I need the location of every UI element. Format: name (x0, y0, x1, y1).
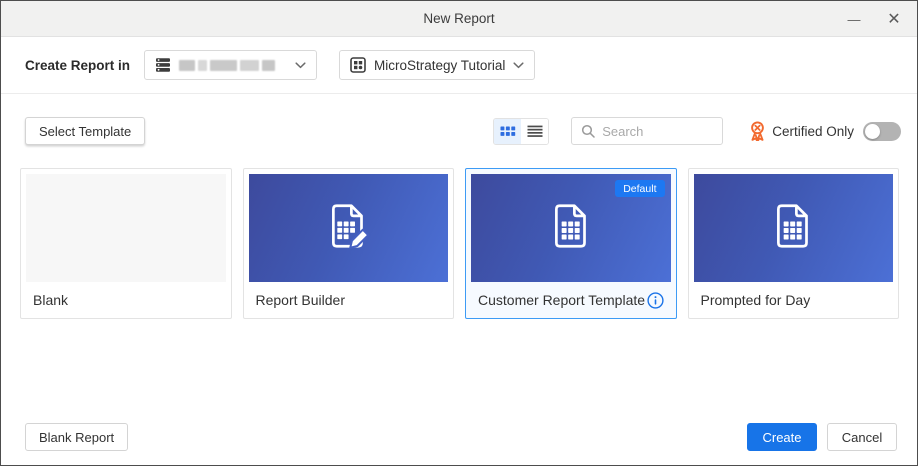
info-icon[interactable] (647, 292, 664, 309)
template-card-blank[interactable]: Blank (20, 168, 232, 319)
template-card-customer-report-template[interactable]: Default Customer Report Template (465, 168, 677, 319)
blank-report-button[interactable]: Blank Report (25, 423, 128, 451)
list-view-icon[interactable] (521, 119, 548, 144)
select-template-button[interactable]: Select Template (25, 117, 145, 145)
toolbar-right-tools: Certified Only (493, 117, 901, 145)
project-dropdown-value: MicroStrategy Tutorial (374, 58, 505, 73)
grid-view-icon[interactable] (494, 119, 521, 144)
dialog-footer: Blank Report Create Cancel (1, 423, 917, 451)
create-in-row: Create Report in (1, 37, 917, 94)
template-card-grid: Blank (1, 168, 917, 319)
certified-only-control: Certified Only (749, 121, 901, 141)
card-label: Customer Report Template (478, 292, 645, 308)
blank-thumbnail (26, 174, 226, 282)
search-icon (581, 124, 595, 138)
cancel-button[interactable]: Cancel (827, 423, 897, 451)
dialog-title: New Report (423, 11, 494, 26)
card-label-row: Customer Report Template (466, 282, 676, 318)
default-badge: Default (615, 180, 664, 197)
certified-only-label: Certified Only (772, 124, 854, 139)
minimize-icon[interactable]: — (841, 6, 867, 32)
card-label-row: Prompted for Day (689, 282, 899, 318)
customer-report-thumbnail: Default (471, 174, 671, 282)
create-report-in-label: Create Report in (25, 58, 130, 73)
certified-only-toggle[interactable] (863, 122, 901, 141)
template-card-prompted-for-day[interactable]: Prompted for Day (688, 168, 900, 319)
report-builder-thumbnail (249, 174, 449, 282)
project-dropdown[interactable]: MicroStrategy Tutorial (339, 50, 535, 80)
create-button[interactable]: Create (747, 423, 817, 451)
document-table-icon (766, 199, 820, 258)
certified-ribbon-icon (749, 121, 766, 141)
server-icon (155, 57, 171, 73)
chevron-down-icon (513, 62, 524, 69)
close-icon[interactable]: ✕ (881, 6, 907, 32)
prompted-for-day-thumbnail (694, 174, 894, 282)
project-grid-icon (350, 57, 366, 73)
chevron-down-icon (295, 62, 306, 69)
card-label-row: Report Builder (244, 282, 454, 318)
document-table-icon (544, 199, 598, 258)
toggle-knob (865, 124, 880, 139)
view-switcher (493, 118, 549, 145)
server-dropdown[interactable] (144, 50, 317, 80)
template-card-report-builder[interactable]: Report Builder (243, 168, 455, 319)
card-label: Prompted for Day (701, 292, 811, 308)
card-label-row: Blank (21, 282, 231, 318)
document-table-pencil-icon (321, 199, 375, 258)
window-controls: — ✕ (841, 1, 907, 37)
card-label: Blank (33, 292, 68, 308)
titlebar: New Report — ✕ (1, 1, 917, 37)
card-label: Report Builder (256, 292, 346, 308)
search-box (571, 117, 723, 145)
template-toolbar: Select Template (1, 94, 917, 168)
redacted-server-name (179, 60, 275, 71)
search-input[interactable] (602, 124, 713, 139)
new-report-dialog: New Report — ✕ Create Report in (0, 0, 918, 466)
